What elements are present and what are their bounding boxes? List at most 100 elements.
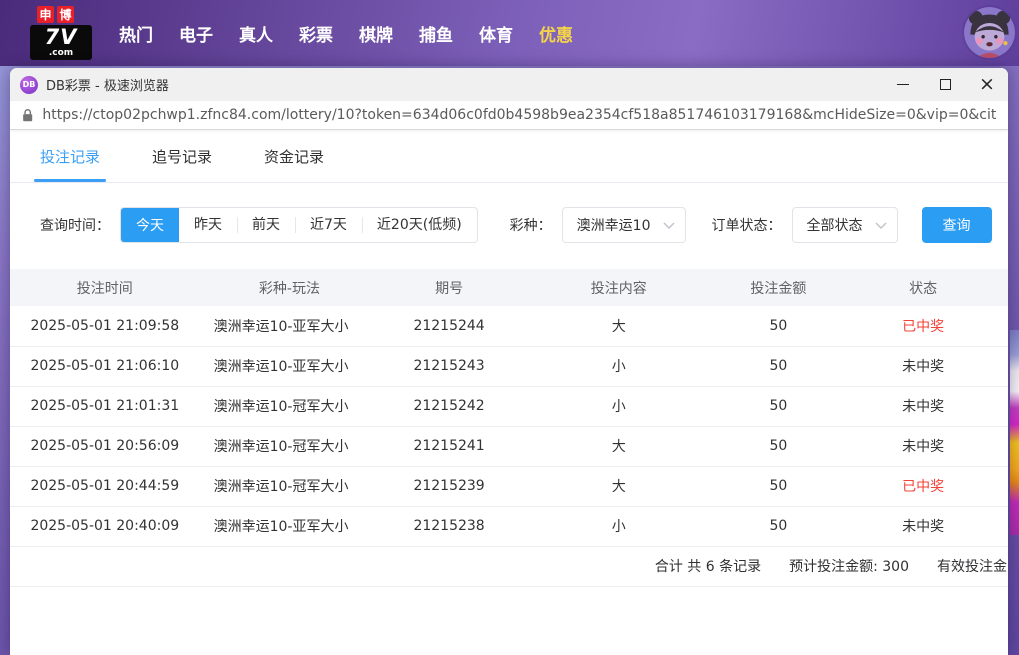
table-header-row: 投注时间 彩种-玩法 期号 投注内容 投注金额 状态 [10, 269, 1008, 306]
maximize-icon [939, 79, 951, 90]
bet-status-cell: 已中奖 [838, 466, 1008, 507]
game-play-cell: 澳洲幸运10-冠军大小 [199, 386, 380, 427]
issue-number-cell: 21215241 [379, 426, 519, 467]
bet-time-cell: 2025-05-01 20:56:09 [10, 426, 200, 467]
avatar-image [964, 7, 1015, 58]
filter-bar: 查询时间： 今天 昨天 前天 近7天 近20天(低频) 彩种： 澳洲幸运10 订单状态：… [10, 183, 1008, 269]
brand-logo[interactable]: 申 博 7V .com [30, 6, 92, 60]
issue-number-cell: 21215238 [379, 506, 519, 547]
column-header: 期号 [379, 269, 519, 306]
bet-records-table: 投注时间 彩种-玩法 期号 投注内容 投注金额 状态 2025-05-01 21:09:5… [10, 269, 1008, 547]
bet-amount-cell: 50 [718, 306, 839, 347]
summary-expected-amount: 预计投注金额: 300 [789, 559, 909, 575]
brand-domain: .com [48, 47, 74, 58]
table-row: 2025-05-01 21:06:10 澳洲幸运10-亚军大小 21215243 小 5… [10, 346, 1008, 387]
bet-status-cell: 已中奖 [838, 306, 1008, 347]
bet-status-cell: 未中奖 [838, 506, 1008, 547]
record-tabs: 投注记录 追号记录 资金记录 [10, 130, 1008, 183]
time-range-group: 今天 昨天 前天 近7天 近20天(低频) [120, 207, 478, 243]
column-header: 彩种-玩法 [199, 269, 380, 306]
minimize-icon [897, 83, 909, 86]
tab-资金记录[interactable]: 资金记录 [264, 130, 324, 182]
issue-number-cell: 21215244 [379, 306, 519, 347]
bet-amount-cell: 50 [718, 346, 839, 387]
brand-name: 7V [44, 25, 78, 50]
url-text: https://ctop02pchwp1.zfnc84.com/lottery/… [42, 107, 996, 123]
minimize-button[interactable] [882, 68, 924, 101]
bet-time-cell: 2025-05-01 21:09:58 [10, 306, 200, 347]
maximize-button[interactable] [924, 68, 966, 101]
nav-item[interactable]: 优惠 [526, 21, 586, 46]
column-header: 状态 [838, 269, 1008, 306]
time-option[interactable]: 今天 [121, 208, 179, 242]
bet-time-cell: 2025-05-01 21:06:10 [10, 346, 200, 387]
issue-number-cell: 21215239 [379, 466, 519, 507]
nav-item[interactable]: 捕鱼 [406, 21, 466, 46]
nav-item[interactable]: 电子 [166, 21, 226, 46]
logo-char-shen: 申 [37, 6, 54, 24]
summary-valid-amount: 有效投注金 [937, 559, 1007, 575]
time-option[interactable]: 前天 [237, 208, 295, 242]
bet-status-cell: 未中奖 [838, 426, 1008, 467]
table-row: 2025-05-01 20:56:09 澳洲幸运10-冠军大小 21215241 大 5… [10, 426, 1008, 467]
lottery-type-select[interactable]: 澳洲幸运10 [561, 207, 686, 243]
nav-item[interactable]: 彩票 [286, 21, 346, 46]
bet-amount-cell: 50 [718, 426, 839, 467]
game-play-cell: 澳洲幸运10-亚军大小 [199, 506, 380, 547]
close-icon: × [979, 73, 995, 95]
table-row: 2025-05-01 21:09:58 澳洲幸运10-亚军大小 21215244 大 5… [10, 306, 1008, 347]
brand-logo-characters: 申 博 [37, 6, 92, 24]
window-titlebar[interactable]: DB DB彩票 - 极速浏览器 × [10, 68, 1008, 101]
bet-amount-cell: 50 [718, 466, 839, 507]
order-status-select[interactable]: 全部状态 [791, 207, 898, 243]
nav-items: 热门 电子 真人 彩票 棋牌 捕鱼 体育 优惠 [106, 21, 586, 46]
bet-content-cell: 大 [518, 306, 719, 347]
nav-item[interactable]: 体育 [466, 21, 526, 46]
game-play-cell: 澳洲幸运10-冠军大小 [199, 466, 380, 507]
address-bar[interactable]: https://ctop02pchwp1.zfnc84.com/lottery/… [10, 101, 1008, 130]
column-header: 投注时间 [10, 269, 200, 306]
column-header: 投注内容 [518, 269, 719, 306]
bet-status-cell: 未中奖 [838, 346, 1008, 387]
bet-time-cell: 2025-05-01 20:40:09 [10, 506, 200, 547]
browser-app-icon: DB [20, 75, 38, 94]
issue-number-cell: 21215243 [379, 346, 519, 387]
lock-icon[interactable] [22, 108, 33, 123]
time-option[interactable]: 近7天 [295, 208, 362, 242]
table-row: 2025-05-01 20:40:09 澳洲幸运10-亚军大小 21215238 小 5… [10, 506, 1008, 547]
bet-time-cell: 2025-05-01 21:01:31 [10, 386, 200, 427]
background-banner-sliver [1010, 330, 1019, 535]
time-option[interactable]: 昨天 [179, 208, 237, 242]
nav-item[interactable]: 棋牌 [346, 21, 406, 46]
nav-item[interactable]: 真人 [226, 21, 286, 46]
order-status-label: 订单状态： [711, 218, 782, 234]
query-time-label: 查询时间： [40, 218, 110, 234]
lottery-type-value: 澳洲幸运10 [576, 218, 651, 234]
lottery-type-label: 彩种： [509, 218, 552, 234]
window-controls: × [882, 68, 1008, 101]
chevron-down-icon [662, 221, 675, 229]
issue-number-cell: 21215242 [379, 386, 519, 427]
tab-追号记录[interactable]: 追号记录 [152, 130, 212, 182]
table-row: 2025-05-01 21:01:31 澳洲幸运10-冠军大小 21215242 小 5… [10, 386, 1008, 427]
bet-time-cell: 2025-05-01 20:44:59 [10, 466, 200, 507]
bet-content-cell: 大 [518, 466, 719, 507]
browser-window: DB DB彩票 - 极速浏览器 × https://ctop02pchwp1.z… [10, 68, 1008, 655]
user-avatar[interactable] [964, 7, 1015, 58]
summary-total: 合计 共 6 条记录 [654, 559, 762, 575]
table-row: 2025-05-01 20:44:59 澳洲幸运10-冠军大小 21215239 大 5… [10, 466, 1008, 507]
close-button[interactable]: × [966, 68, 1008, 101]
logo-char-bo: 博 [57, 6, 74, 24]
column-header: 投注金额 [718, 269, 839, 306]
table-body: 2025-05-01 21:09:58 澳洲幸运10-亚军大小 21215244 大 5… [10, 306, 1008, 547]
tab-投注记录[interactable]: 投注记录 [33, 130, 107, 182]
bet-amount-cell: 50 [718, 386, 839, 427]
time-option[interactable]: 近20天(低频) [361, 208, 477, 242]
window-title: DB彩票 - 极速浏览器 [46, 79, 169, 94]
bet-content-cell: 小 [518, 506, 719, 547]
search-button[interactable]: 查询 [921, 207, 992, 243]
game-play-cell: 澳洲幸运10-亚军大小 [199, 306, 380, 347]
game-play-cell: 澳洲幸运10-亚军大小 [199, 346, 380, 387]
nav-item[interactable]: 热门 [106, 21, 166, 46]
top-navigation: 申 博 7V .com 热门 电子 真人 彩票 棋牌 捕鱼 体育 优惠 [0, 0, 1019, 66]
